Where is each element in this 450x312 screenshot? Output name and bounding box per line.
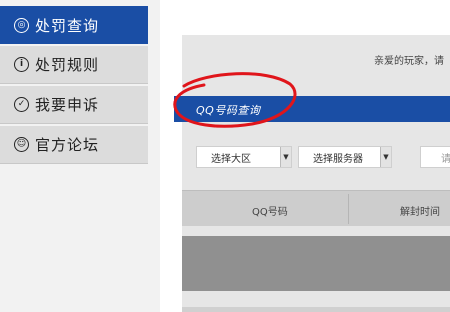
red-circle-annotation — [173, 72, 297, 128]
server-select-value: 选择服务器 — [313, 153, 363, 165]
main-content: 亲爱的玩家，请 QQ号码查询 选择大区 ▼ 选择服务器 ▼ 请输入 QQ号码 解… — [160, 0, 450, 312]
sidebar-item-label: 处罚规则 — [35, 56, 100, 74]
sidebar-item-label: 我要申诉 — [35, 96, 100, 114]
info-icon: i — [14, 57, 29, 72]
column-divider — [348, 194, 349, 224]
sidebar-item-forum[interactable]: ☺ 官方论坛 — [0, 126, 148, 164]
dropdown-arrow-icon[interactable]: ▼ — [380, 147, 391, 167]
sidebar: ◎ 处罚查询 i 处罚规则 ✓ 我要申诉 ☺ 官方论坛 — [0, 6, 148, 166]
region-select[interactable]: 选择大区 ▼ — [196, 146, 292, 168]
sidebar-item-label: 处罚查询 — [35, 16, 100, 35]
check-icon: ✓ — [14, 97, 29, 112]
column-header-unban-time: 解封时间 — [400, 207, 440, 218]
sidebar-item-penalty-rules[interactable]: i 处罚规则 — [0, 46, 148, 84]
column-header-qq: QQ号码 — [252, 207, 288, 218]
qq-input-placeholder: 请输入 — [441, 153, 450, 165]
sidebar-item-label: 官方论坛 — [35, 136, 100, 154]
forum-icon: ☺ — [14, 137, 29, 152]
qq-number-input[interactable]: 请输入 — [420, 146, 450, 168]
table-footer — [182, 307, 450, 312]
sidebar-item-penalty-query[interactable]: ◎ 处罚查询 — [0, 6, 148, 44]
result-table-body — [182, 236, 450, 291]
region-select-value: 选择大区 — [211, 153, 251, 165]
target-icon: ◎ — [14, 17, 29, 33]
server-select[interactable]: 选择服务器 ▼ — [298, 146, 392, 168]
dropdown-arrow-icon[interactable]: ▼ — [280, 147, 291, 167]
sidebar-item-appeal[interactable]: ✓ 我要申诉 — [0, 86, 148, 124]
result-table-header: QQ号码 解封时间 — [182, 190, 450, 226]
